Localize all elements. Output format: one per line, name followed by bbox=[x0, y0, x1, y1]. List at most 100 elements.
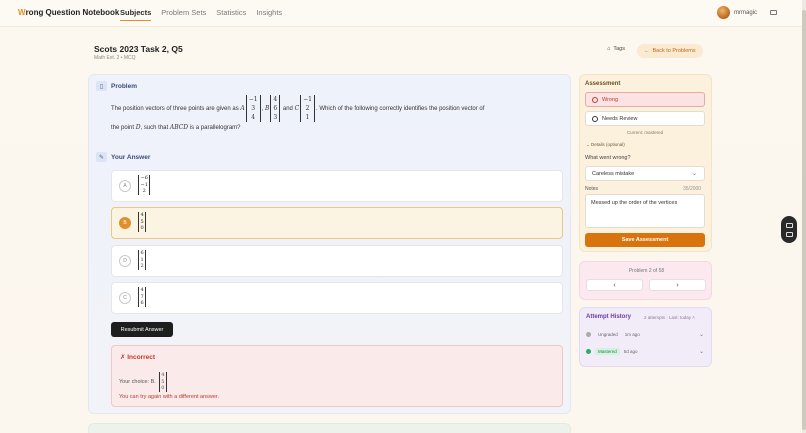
details-toggle[interactable]: ⌄ Details (optional) bbox=[586, 142, 625, 148]
clock-icon bbox=[592, 115, 598, 122]
what-went-wrong-label: What went wrong? bbox=[585, 155, 631, 161]
nav-subjects[interactable]: Subjects bbox=[120, 8, 152, 21]
option-vector: 450 bbox=[138, 212, 147, 232]
nav-links: Subjects Problem Sets Statistics Insight… bbox=[120, 8, 282, 21]
history-time: 5d ago bbox=[623, 348, 638, 354]
problem-heading: ▯ Problem bbox=[96, 81, 137, 91]
pencil-icon: ✎ bbox=[96, 152, 107, 162]
attempt-history: Attempt History 2 attempts · Last: today… bbox=[579, 307, 712, 367]
brand-name: rong Question Notebook bbox=[25, 8, 120, 17]
top-nav: Wrong Question Notebook Subjects Problem… bbox=[0, 0, 806, 27]
problem-statement: The position vectors of three points are… bbox=[111, 95, 485, 131]
option-d[interactable]: D 612 bbox=[111, 245, 563, 277]
problem-text-3: the point bbox=[111, 125, 136, 131]
problem-heading-label: Problem bbox=[111, 82, 138, 90]
mistake-type-select[interactable]: Careless mistake ⌄ bbox=[585, 166, 705, 181]
current-status: Current: mastered bbox=[626, 130, 664, 135]
book-icon: ▯ bbox=[96, 81, 107, 91]
point-a: A bbox=[240, 105, 245, 113]
chevron-down-icon: ⌄ bbox=[691, 171, 697, 177]
point-c: C bbox=[294, 105, 300, 113]
choice-vector: 450 bbox=[158, 372, 167, 392]
retry-message: You can try again with a different answe… bbox=[119, 394, 219, 400]
user-menu[interactable]: mrmagic bbox=[717, 6, 757, 19]
prev-problem-button[interactable]: ‹ bbox=[586, 279, 643, 291]
option-letter: D bbox=[119, 255, 131, 267]
assessment-heading: Assessment bbox=[585, 81, 621, 87]
chevron-up-icon: ˄ bbox=[692, 315, 695, 320]
list-icon[interactable] bbox=[785, 231, 793, 237]
option-vector: −6 −1 2 bbox=[138, 175, 151, 195]
nav-problem-sets[interactable]: Problem Sets bbox=[161, 8, 206, 21]
notes-textarea[interactable]: Messed up the order of the vertices bbox=[585, 194, 705, 228]
option-letter: B bbox=[119, 217, 131, 229]
history-row[interactable]: Ungraded 1m ago ⌄ bbox=[586, 328, 707, 340]
shape-abcd: ABCD bbox=[169, 124, 189, 131]
wrong-label: Wrong bbox=[602, 96, 619, 103]
problem-text-1: The position vectors of three points are… bbox=[111, 106, 241, 113]
app-brand[interactable]: Wrong Question Notebook bbox=[18, 8, 119, 17]
chevron-down-icon: ⌄ bbox=[698, 348, 704, 355]
pager-text: Problem 2 of 58 bbox=[628, 268, 665, 274]
x-circle-icon bbox=[592, 96, 598, 103]
option-b[interactable]: B 450 bbox=[111, 207, 563, 239]
nav-statistics[interactable]: Statistics bbox=[216, 8, 246, 21]
select-value: Careless mistake bbox=[592, 170, 635, 177]
resubmit-answer-button[interactable]: Resubmit Answer bbox=[111, 322, 173, 337]
problem-text-4: , such that bbox=[140, 125, 170, 131]
problem-pager: Problem 2 of 58 ‹ › bbox=[579, 261, 712, 300]
brand-logo-letter: W bbox=[18, 8, 26, 17]
history-row[interactable]: Mastered 5d ago ⌄ bbox=[586, 345, 707, 357]
save-assessment-button[interactable]: Save Assessment bbox=[585, 233, 705, 247]
vector-b: 463 bbox=[270, 95, 281, 122]
problem-text-2: . Which of the following correctly ident… bbox=[316, 106, 485, 113]
review-label: Needs Review bbox=[602, 115, 638, 122]
page-subtitle: Math Ext. 2 • MCQ bbox=[94, 55, 136, 61]
answer-heading: ✎ Your Answer bbox=[96, 152, 150, 162]
details-label: Details (optional) bbox=[591, 142, 625, 147]
floating-toolbar[interactable] bbox=[781, 216, 797, 243]
needs-review-button[interactable]: Needs Review bbox=[585, 111, 705, 126]
option-letter: A bbox=[119, 180, 131, 192]
avatar bbox=[717, 6, 730, 19]
next-section-card bbox=[88, 423, 571, 433]
display-icon[interactable] bbox=[770, 10, 777, 15]
scrollbar-thumb[interactable] bbox=[802, 10, 806, 430]
chevron-down-icon: ⌄ bbox=[698, 331, 704, 338]
option-c[interactable]: C 476 bbox=[111, 282, 563, 314]
tags-label: Tags bbox=[613, 46, 625, 52]
problem-and: and bbox=[281, 106, 295, 113]
option-letter: C bbox=[119, 292, 131, 304]
history-heading: Attempt History bbox=[586, 314, 632, 320]
wrong-button[interactable]: Wrong bbox=[585, 92, 705, 107]
choice-label: Your choice: B. bbox=[119, 378, 156, 385]
option-vector: 612 bbox=[138, 250, 147, 270]
vector-c: −1 2 1 bbox=[300, 95, 316, 122]
notes-count: 35/2000 bbox=[683, 186, 702, 192]
notes-label: Notes bbox=[585, 186, 599, 192]
status-dot bbox=[586, 331, 591, 337]
result-heading: ✗ Incorrect bbox=[120, 354, 156, 361]
vector-a: −1 3 4 bbox=[245, 95, 261, 122]
history-meta[interactable]: 2 attempts · Last: today ˄ bbox=[644, 315, 695, 320]
nav-insights[interactable]: Insights bbox=[256, 8, 282, 21]
option-vector: 476 bbox=[138, 287, 147, 307]
username: mrmagic bbox=[734, 9, 758, 16]
point-b: B bbox=[264, 105, 270, 113]
status-badge: Ungraded bbox=[598, 331, 618, 337]
scrollbar[interactable] bbox=[802, 0, 806, 433]
result-panel: ✗ Incorrect Your choice: B. 450 You can … bbox=[111, 345, 563, 407]
history-time: 1m ago bbox=[624, 331, 640, 337]
back-label: Back to Problems bbox=[652, 48, 696, 54]
back-to-problems-button[interactable]: ← Back to Problems bbox=[637, 44, 703, 58]
page-title: Scots 2023 Task 2, Q5 bbox=[94, 44, 183, 54]
tags-button[interactable]: ⌂ Tags bbox=[607, 46, 625, 52]
problem-text-5: is a parallelogram? bbox=[188, 125, 241, 131]
your-choice: Your choice: B. 450 bbox=[119, 372, 168, 392]
tray-icon[interactable] bbox=[785, 222, 793, 228]
option-a[interactable]: A −6 −1 2 bbox=[111, 170, 563, 202]
tag-icon: ⌂ bbox=[607, 46, 611, 52]
arrow-left-icon: ← bbox=[644, 48, 650, 54]
status-dot bbox=[586, 348, 591, 354]
next-problem-button[interactable]: › bbox=[649, 279, 706, 291]
